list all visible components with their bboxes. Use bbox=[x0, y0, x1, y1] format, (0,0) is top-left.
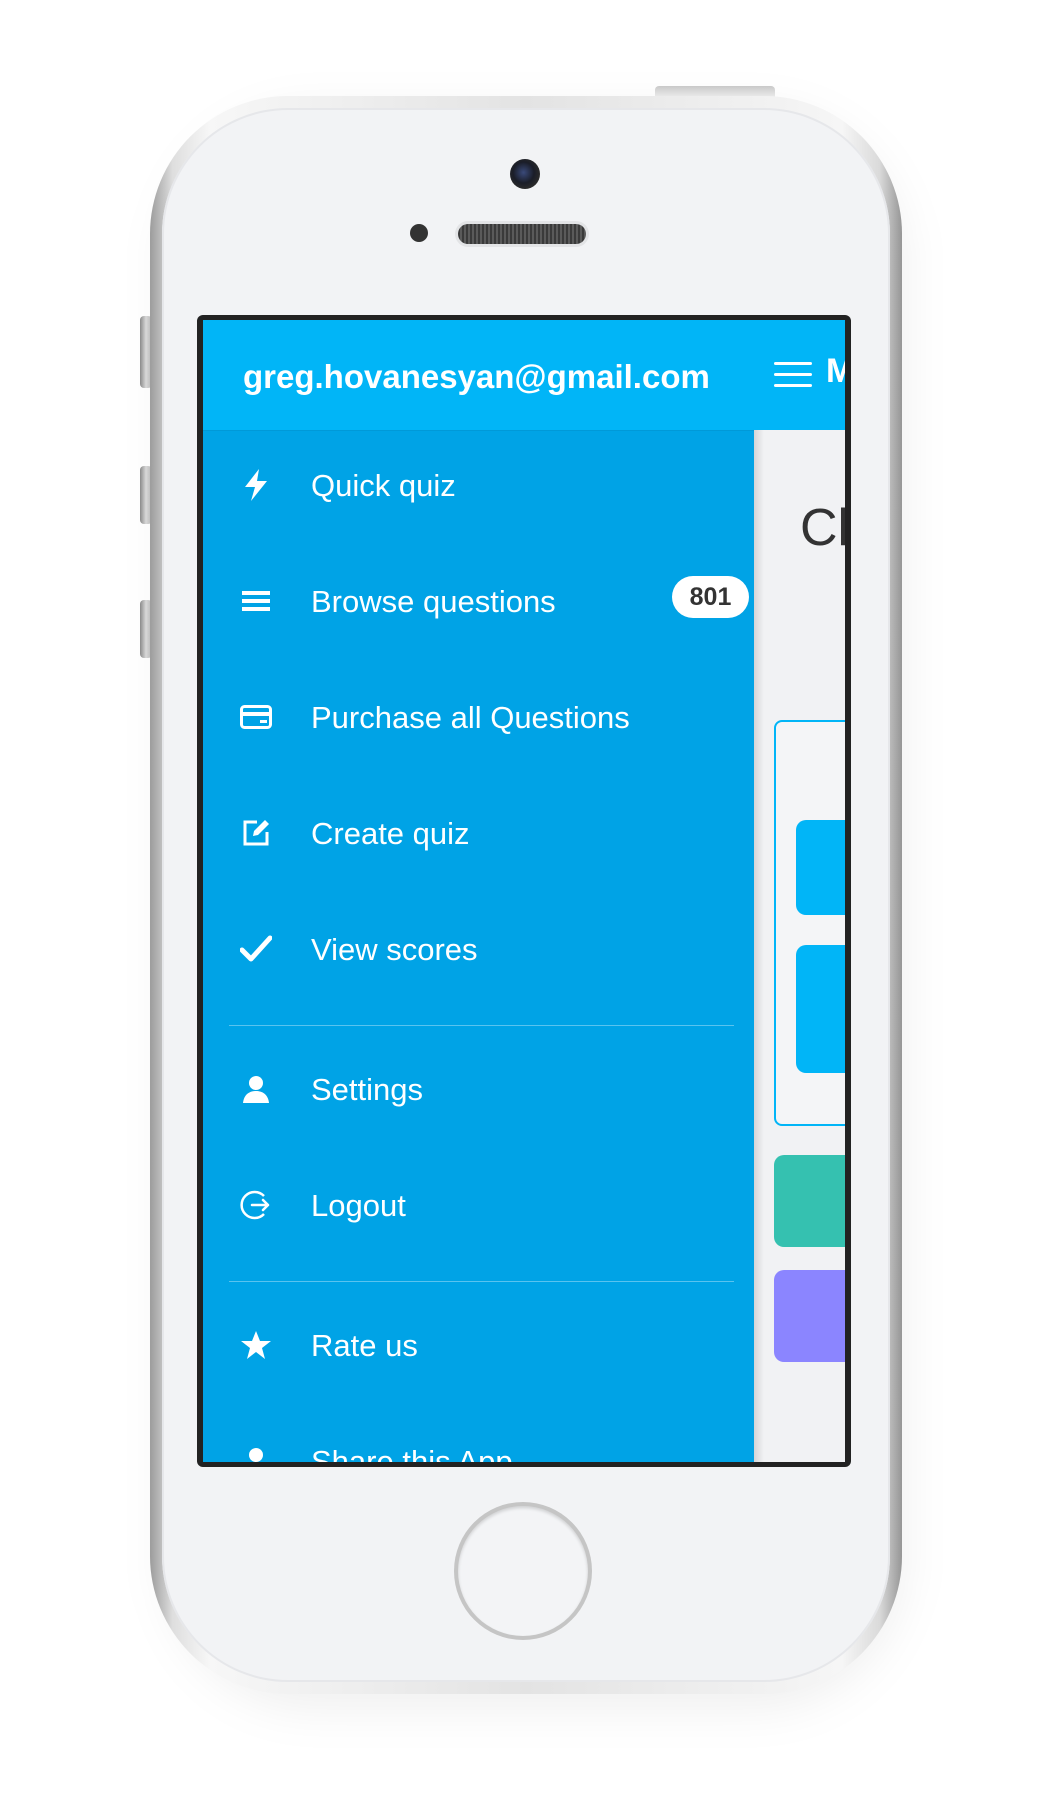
edit-icon bbox=[237, 814, 275, 852]
menu-label: View scores bbox=[311, 932, 478, 967]
drawer-shadow bbox=[754, 430, 764, 1462]
account-email: greg.hovanesyan@gmail.com bbox=[243, 358, 710, 395]
logout-icon bbox=[237, 1186, 275, 1224]
credit-card-icon bbox=[237, 698, 275, 736]
checkmark-icon bbox=[237, 930, 275, 968]
questions-count-badge: 801 bbox=[672, 576, 749, 618]
app-viewport: M Cl greg.hovanesyan@gmail.com Quick qui… bbox=[203, 320, 845, 1462]
phone-screen: M Cl greg.hovanesyan@gmail.com Quick qui… bbox=[197, 315, 851, 1467]
menu-item-logout[interactable]: Logout bbox=[203, 1150, 754, 1260]
menu-label: Purchase all Questions bbox=[311, 700, 630, 735]
menu-item-create-quiz[interactable]: Create quiz bbox=[203, 778, 754, 888]
menu-label: Create quiz bbox=[311, 816, 470, 851]
menu-label: Settings bbox=[311, 1072, 424, 1107]
front-camera bbox=[510, 159, 540, 189]
proximity-sensor bbox=[410, 224, 428, 242]
star-icon bbox=[237, 1326, 275, 1364]
navigation-drawer: greg.hovanesyan@gmail.com Quick quiz Bro… bbox=[203, 320, 754, 1462]
lightning-icon bbox=[237, 466, 275, 504]
home-button[interactable] bbox=[458, 1506, 588, 1636]
menu-label: Logout bbox=[311, 1188, 406, 1223]
menu-divider bbox=[229, 1025, 734, 1026]
menu-item-rate-us[interactable]: Rate us bbox=[203, 1290, 754, 1400]
menu-label: Browse questions bbox=[311, 584, 556, 619]
share-icon bbox=[237, 1442, 275, 1462]
menu-divider bbox=[229, 1281, 734, 1282]
main-blue-button-2[interactable] bbox=[796, 945, 845, 1073]
main-page-heading: Cl bbox=[800, 499, 845, 557]
menu-item-share-app[interactable]: Share this App bbox=[203, 1406, 754, 1462]
menu-label: Rate us bbox=[311, 1328, 418, 1363]
menu-item-view-scores[interactable]: View scores bbox=[203, 894, 754, 1004]
user-icon bbox=[237, 1070, 275, 1108]
menu-item-settings[interactable]: Settings bbox=[203, 1034, 754, 1144]
main-header-title: M bbox=[826, 352, 845, 390]
main-teal-button[interactable] bbox=[774, 1155, 845, 1247]
menu-item-quick-quiz[interactable]: Quick quiz bbox=[203, 430, 754, 540]
menu-item-purchase-all-questions[interactable]: Purchase all Questions bbox=[203, 662, 754, 772]
main-purple-button[interactable] bbox=[774, 1270, 845, 1362]
earpiece-speaker bbox=[458, 224, 586, 244]
hamburger-menu-icon[interactable] bbox=[774, 362, 812, 388]
main-blue-button-1[interactable] bbox=[796, 820, 845, 915]
menu-item-browse-questions[interactable]: Browse questions 801 bbox=[203, 546, 754, 656]
menu-label: Quick quiz bbox=[311, 468, 456, 503]
menu-label: Share this App bbox=[311, 1444, 513, 1462]
list-icon bbox=[237, 582, 275, 620]
main-app-header: M bbox=[754, 320, 845, 430]
drawer-header: greg.hovanesyan@gmail.com bbox=[203, 320, 754, 430]
